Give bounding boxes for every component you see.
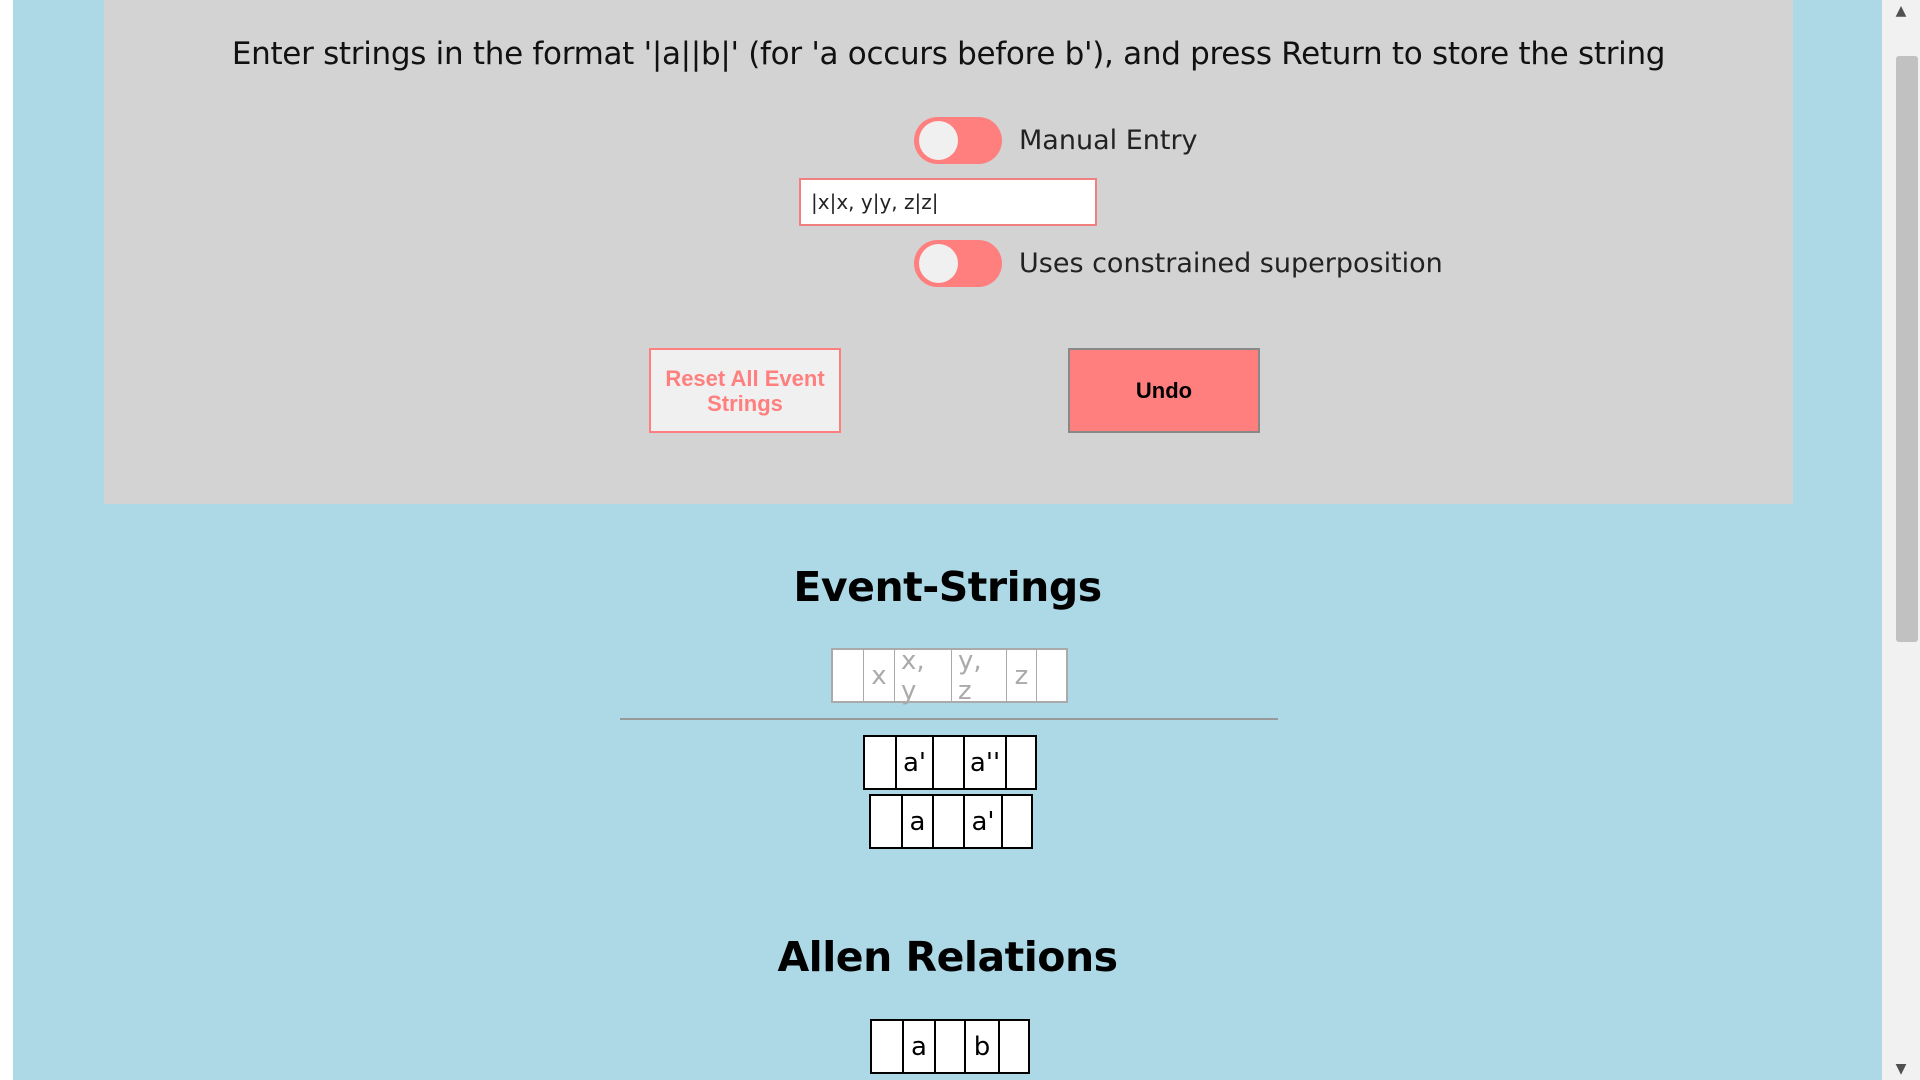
event-string-input[interactable] xyxy=(799,178,1097,226)
toggle-knob xyxy=(919,244,958,283)
event-cell xyxy=(932,796,963,847)
controls-panel: Enter strings in the format '|a||b|' (fo… xyxy=(104,0,1793,504)
event-cell xyxy=(1005,737,1035,788)
reset-all-button[interactable]: Reset All Event Strings xyxy=(649,348,841,433)
instructions-text: Enter strings in the format '|a||b|' (fo… xyxy=(231,36,1666,72)
divider xyxy=(620,718,1278,720)
event-strings-title: Event-Strings xyxy=(793,563,1102,611)
allen-relation-row[interactable]: a b xyxy=(870,1019,1030,1074)
event-cell xyxy=(1001,796,1031,847)
allen-cell: b xyxy=(964,1021,998,1072)
undo-button[interactable]: Undo xyxy=(1068,348,1260,433)
event-cell: a'' xyxy=(963,737,1005,788)
preview-cell xyxy=(833,650,863,701)
scroll-thumb[interactable] xyxy=(1896,56,1918,642)
preview-event-string: x x, y y, z z xyxy=(831,646,1068,706)
vertical-scrollbar[interactable]: ▲ ▼ xyxy=(1882,0,1920,1080)
preview-cell: x xyxy=(863,650,894,701)
event-cell xyxy=(871,796,901,847)
manual-entry-toggle[interactable] xyxy=(914,117,1002,164)
allen-cell xyxy=(872,1021,902,1072)
constrained-superposition-toggle[interactable] xyxy=(914,240,1002,287)
event-string-row[interactable]: a' a'' xyxy=(863,735,1037,790)
allen-relations-title: Allen Relations xyxy=(777,933,1118,981)
manual-entry-label: Manual Entry xyxy=(1019,125,1198,156)
event-cell xyxy=(932,737,963,788)
preview-cell xyxy=(1036,650,1066,701)
preview-cell: y, z xyxy=(951,646,1006,706)
allen-cell xyxy=(934,1021,964,1072)
scroll-up-icon[interactable]: ▲ xyxy=(1882,0,1920,22)
toggle-knob xyxy=(919,121,958,160)
allen-cell xyxy=(998,1021,1028,1072)
event-cell: a xyxy=(901,796,932,847)
constrained-superposition-label: Uses constrained superposition xyxy=(1019,248,1443,279)
event-cell xyxy=(865,737,895,788)
manual-entry-row: Manual Entry xyxy=(914,117,1198,164)
constrained-superposition-row: Uses constrained superposition xyxy=(914,240,1443,287)
allen-cell: a xyxy=(902,1021,934,1072)
event-cell: a' xyxy=(895,737,932,788)
preview-cell: x, y xyxy=(894,646,951,706)
event-string-row[interactable]: a a' xyxy=(869,794,1033,849)
event-cell: a' xyxy=(963,796,1001,847)
scroll-down-icon[interactable]: ▼ xyxy=(1882,1058,1920,1080)
app-viewport: Enter strings in the format '|a||b|' (fo… xyxy=(13,0,1882,1080)
preview-cell: z xyxy=(1006,650,1036,701)
